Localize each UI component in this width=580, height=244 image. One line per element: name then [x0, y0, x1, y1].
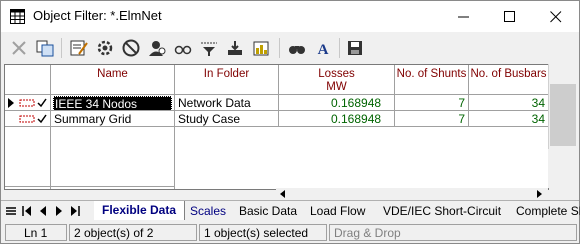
copy-icon — [36, 40, 54, 57]
cell-shunts[interactable]: 7 — [395, 95, 469, 111]
column-divider — [50, 127, 51, 189]
object-table: Name In Folder Losses MW No. of Shunts N… — [4, 64, 549, 190]
minimize-button[interactable] — [441, 1, 487, 32]
column-header-name[interactable]: Name — [51, 65, 175, 95]
status-drag-drop: Drag & Drop — [329, 224, 577, 241]
delete-button[interactable] — [9, 38, 29, 58]
minimize-icon — [458, 16, 469, 18]
find-icon — [289, 46, 305, 54]
cell-folder[interactable]: Network Data — [175, 95, 279, 111]
tab-scales[interactable]: Scales — [190, 204, 226, 218]
cell-folder[interactable]: Study Case — [175, 111, 279, 127]
vertical-scrollbar[interactable] — [548, 64, 579, 188]
row-header[interactable] — [5, 111, 51, 127]
edit-icon — [70, 40, 88, 56]
object-filter-window: Object Filter: *.ElmNet A Name In Folder… — [0, 0, 580, 244]
status-object-count: 2 object(s) of 2 — [69, 224, 197, 241]
close-button[interactable] — [533, 1, 579, 32]
text-icon: A — [318, 42, 329, 58]
maximize-icon — [504, 11, 515, 22]
row-header-corner — [5, 65, 51, 95]
status-bar: Ln 1 2 object(s) of 2 1 object(s) select… — [1, 222, 579, 243]
cell-busbars[interactable]: 34 — [469, 111, 548, 127]
user-button[interactable] — [147, 38, 167, 58]
title-bar: Object Filter: *.ElmNet — [1, 1, 579, 32]
column-divider — [174, 127, 175, 189]
close-icon — [550, 11, 562, 23]
filter-button[interactable] — [199, 38, 219, 58]
calculate-button[interactable] — [225, 38, 245, 58]
column-header-losses[interactable]: Losses MW — [279, 65, 395, 95]
status-line: Ln 1 — [5, 224, 67, 241]
tab-menu-icon[interactable] — [5, 205, 17, 217]
last-tab-icon[interactable] — [69, 205, 81, 217]
row-marker-icon — [8, 98, 47, 108]
maximize-button[interactable] — [487, 1, 533, 32]
user-icon — [149, 41, 166, 56]
save-button[interactable] — [345, 38, 365, 58]
prev-tab-icon[interactable] — [37, 205, 49, 217]
cell-busbars[interactable]: 34 — [469, 95, 548, 111]
row-divider — [5, 186, 175, 187]
cell-losses[interactable]: 0.168948 — [279, 95, 395, 111]
report-button[interactable] — [251, 38, 271, 58]
row-marker-icon — [19, 114, 47, 124]
scroll-right-icon[interactable] — [534, 189, 544, 199]
tab-strip: Flexible Data Scales Basic Data Load Flo… — [1, 200, 580, 222]
delete-icon — [12, 41, 26, 55]
cell-name[interactable]: Summary Grid — [51, 111, 175, 127]
cell-shunts[interactable]: 7 — [395, 111, 469, 127]
next-tab-icon[interactable] — [53, 205, 65, 217]
no-icon — [122, 39, 140, 57]
ruler-icon — [228, 41, 242, 55]
column-header-folder[interactable]: In Folder — [175, 65, 279, 95]
view-icon — [174, 45, 192, 55]
toolbar-separator — [61, 38, 62, 58]
save-icon — [348, 41, 362, 55]
toolbar: A — [1, 32, 579, 63]
scroll-thumb[interactable] — [550, 84, 576, 146]
tab-basic-data[interactable]: Basic Data — [239, 204, 297, 218]
column-header-shunts[interactable]: No. of Shunts — [395, 65, 469, 95]
svg-text:A: A — [318, 42, 329, 58]
tab-vde-iec-short-circuit[interactable]: VDE/IEC Short-Circuit — [383, 204, 501, 218]
grid-app-icon — [10, 9, 25, 24]
horizontal-scrollbar[interactable] — [276, 188, 548, 200]
view-button[interactable] — [173, 38, 193, 58]
toolbar-separator — [339, 38, 340, 58]
find-button[interactable] — [287, 38, 307, 58]
edit-button[interactable] — [69, 38, 89, 58]
chart-icon — [253, 41, 269, 56]
toolbar-separator — [279, 38, 280, 58]
settings-icon — [97, 40, 113, 56]
row-header[interactable] — [5, 95, 51, 111]
status-selection: 1 object(s) selected — [199, 224, 327, 241]
cell-name[interactable]: IEEE 34 Nodos — [51, 95, 175, 111]
window-title: Object Filter: *.ElmNet — [33, 8, 162, 23]
deactivate-button[interactable] — [121, 38, 141, 58]
column-header-busbars[interactable]: No. of Busbars — [469, 65, 548, 95]
tab-complete-short-circuit[interactable]: Complete Sh — [516, 204, 580, 218]
text-button[interactable]: A — [313, 38, 333, 58]
cell-losses[interactable]: 0.168948 — [279, 111, 395, 127]
tab-load-flow[interactable]: Load Flow — [310, 204, 365, 218]
settings-button[interactable] — [95, 38, 115, 58]
first-tab-icon[interactable] — [21, 205, 33, 217]
tab-flexible-data[interactable]: Flexible Data — [94, 201, 186, 220]
filter-icon — [201, 42, 217, 56]
copy-button[interactable] — [35, 38, 55, 58]
scroll-left-icon[interactable] — [278, 189, 288, 199]
